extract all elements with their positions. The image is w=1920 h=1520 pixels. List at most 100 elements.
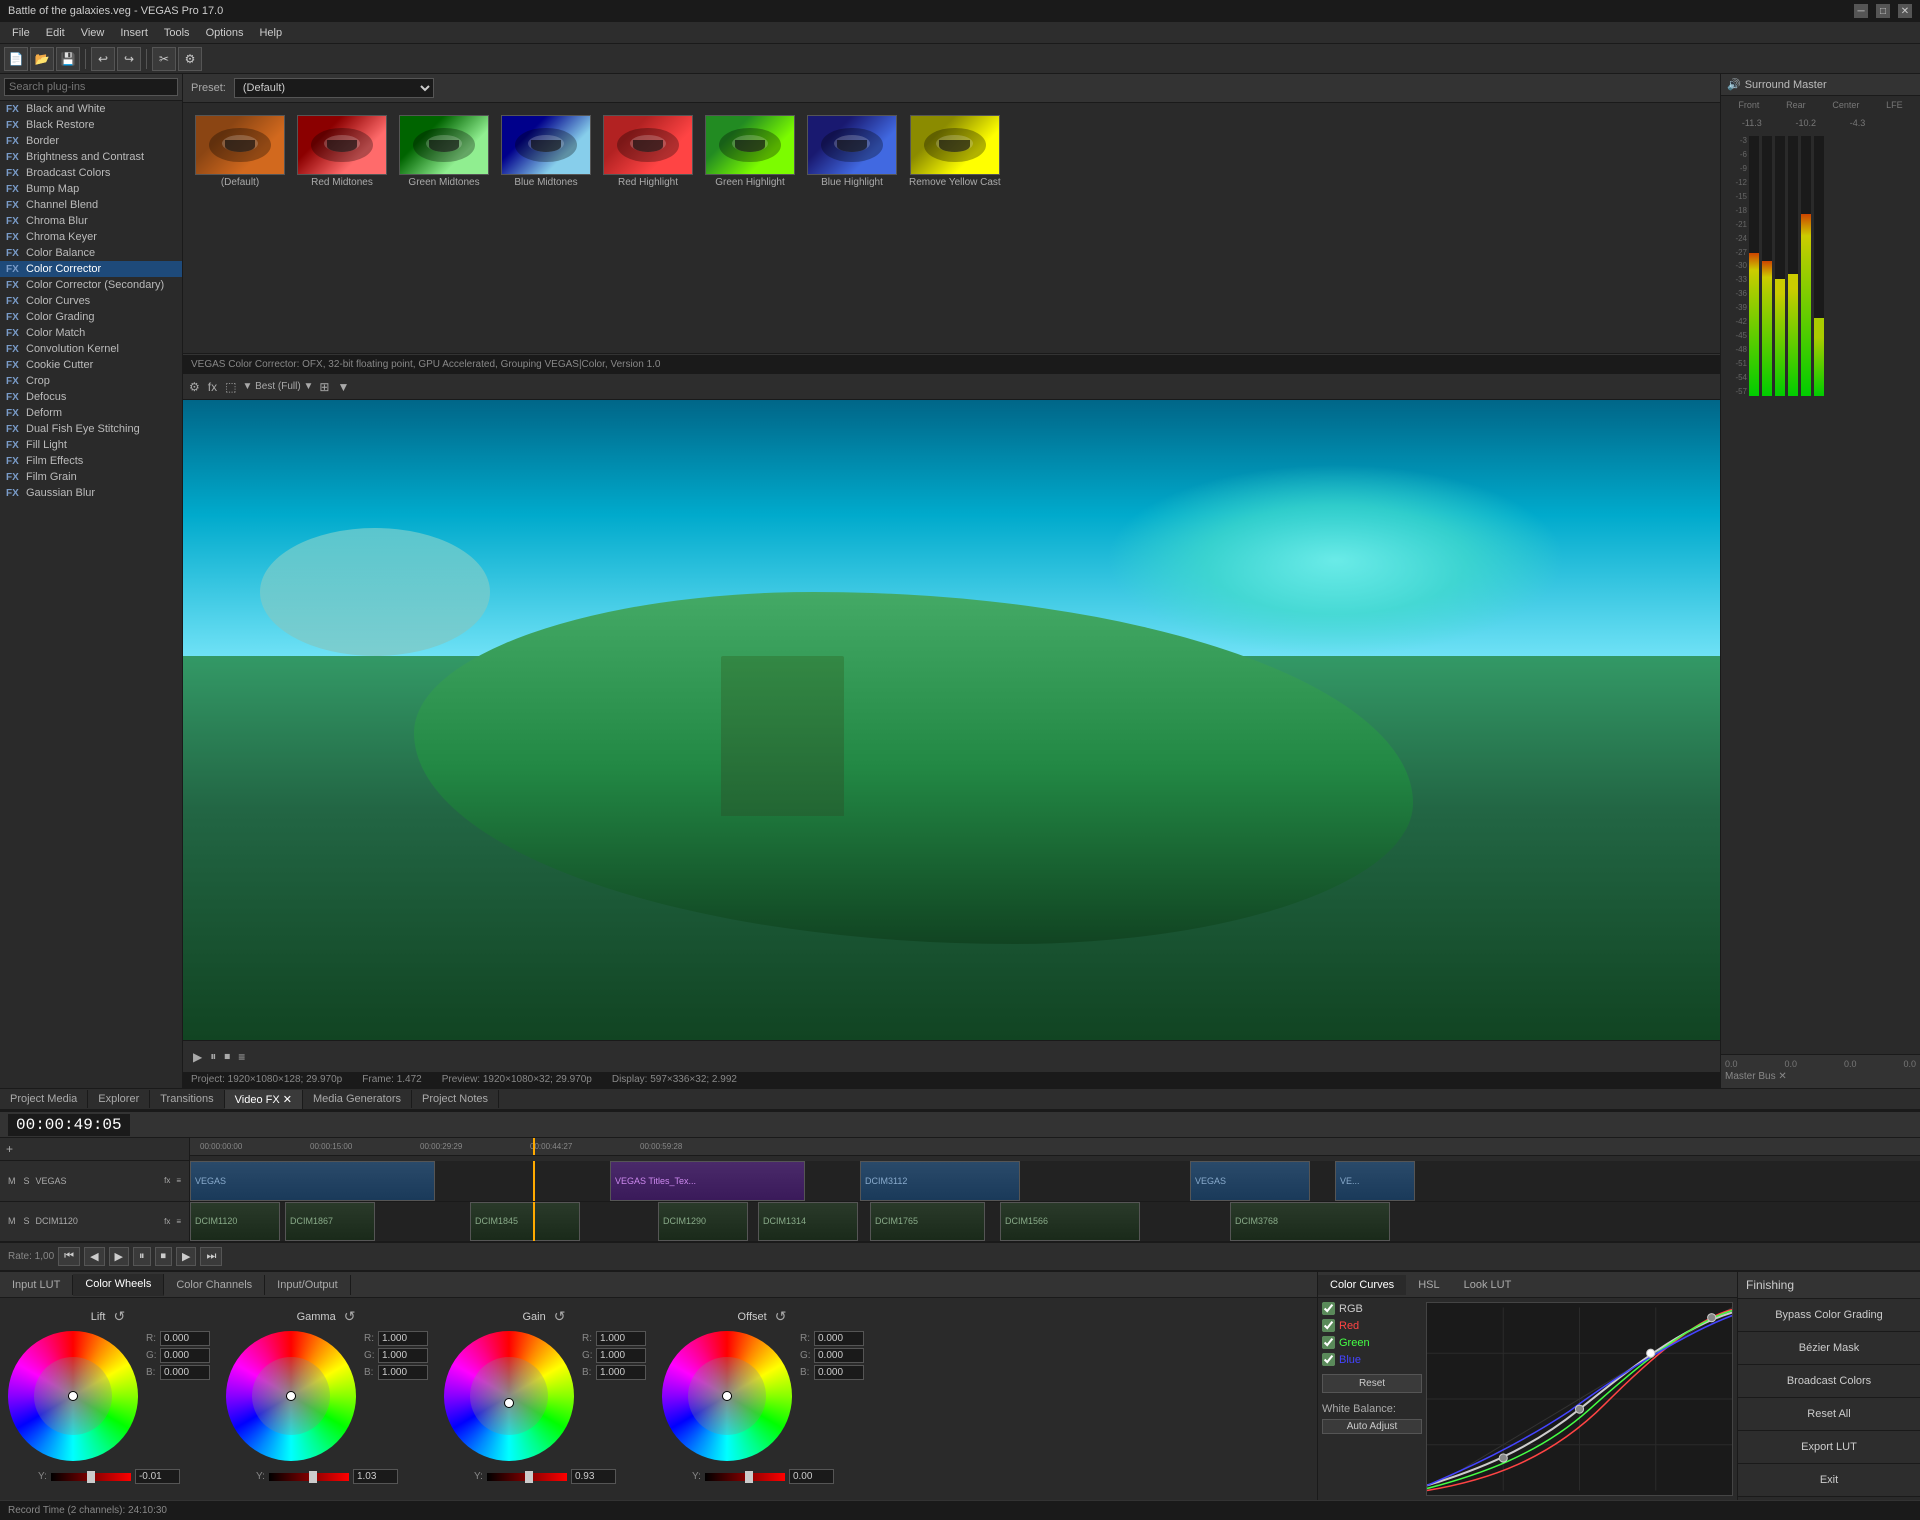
bezier-mask-button[interactable]: Bézier Mask: [1738, 1332, 1920, 1365]
preset-item-(default)[interactable]: (Default): [191, 111, 289, 349]
loop-button[interactable]: ≡: [236, 1048, 247, 1066]
offset-y-handle[interactable]: [745, 1471, 753, 1483]
gamma-wheel-dot[interactable]: [286, 1391, 296, 1401]
effect-item-brightness-and-contrast[interactable]: FXBrightness and Contrast: [0, 149, 182, 165]
effect-item-chroma-blur[interactable]: FXChroma Blur: [0, 213, 182, 229]
clip-dcim1845[interactable]: DCIM1845: [470, 1202, 580, 1241]
gamma-reset-icon[interactable]: ↺: [342, 1306, 358, 1327]
green-checkbox[interactable]: [1322, 1336, 1335, 1349]
settings-button[interactable]: ⚙: [178, 47, 202, 71]
preview-fx-icon[interactable]: fx: [206, 378, 219, 396]
preset-item-green-midtones[interactable]: Green Midtones: [395, 111, 493, 349]
preset-select[interactable]: (Default): [234, 78, 434, 98]
preset-item-blue-highlight[interactable]: Blue Highlight: [803, 111, 901, 349]
menu-options[interactable]: Options: [198, 25, 252, 41]
clip-dcim1566[interactable]: DCIM1566: [1000, 1202, 1140, 1241]
effect-item-black-and-white[interactable]: FXBlack and White: [0, 101, 182, 117]
gain-y-handle[interactable]: [525, 1471, 533, 1483]
offset-b-input[interactable]: [814, 1365, 864, 1380]
gain-g-input[interactable]: [596, 1348, 646, 1363]
tab-project-notes[interactable]: Project Notes: [412, 1090, 499, 1108]
effect-item-broadcast-colors[interactable]: FXBroadcast Colors: [0, 165, 182, 181]
effect-item-convolution-kernel[interactable]: FXConvolution Kernel: [0, 341, 182, 357]
effect-item-black-restore[interactable]: FXBlack Restore: [0, 117, 182, 133]
clip-dcim1120[interactable]: DCIM1120: [190, 1202, 280, 1241]
effect-item-fill-light[interactable]: FXFill Light: [0, 437, 182, 453]
curves-graph[interactable]: [1426, 1302, 1733, 1496]
rgb-checkbox[interactable]: [1322, 1302, 1335, 1315]
curves-tab-hsl[interactable]: HSL: [1406, 1275, 1451, 1295]
preset-item-red-midtones[interactable]: Red Midtones: [293, 111, 391, 349]
effect-item-border[interactable]: FXBorder: [0, 133, 182, 149]
effect-item-color-balance[interactable]: FXColor Balance: [0, 245, 182, 261]
effect-item-color-corrector[interactable]: FXColor Corrector: [0, 261, 182, 277]
gamma-y-slider[interactable]: [269, 1473, 349, 1481]
effect-item-bump-map[interactable]: FXBump Map: [0, 181, 182, 197]
preview-zoom-icon[interactable]: ⬚: [223, 378, 238, 396]
track-solo-2[interactable]: S: [22, 1214, 32, 1228]
gain-reset-icon[interactable]: ↺: [552, 1306, 568, 1327]
cut-button[interactable]: ✂: [152, 47, 176, 71]
search-input[interactable]: [4, 78, 178, 96]
play-button[interactable]: ▶: [191, 1048, 204, 1066]
effect-item-deform[interactable]: FXDeform: [0, 405, 182, 421]
clip-ve[interactable]: VE...: [1335, 1161, 1415, 1200]
lift-wheel[interactable]: [8, 1331, 138, 1461]
track-mute-1[interactable]: M: [6, 1174, 18, 1188]
curves-tab-lut[interactable]: Look LUT: [1452, 1275, 1524, 1295]
clip-dcim3112[interactable]: DCIM3112: [860, 1161, 1020, 1200]
gain-y-input[interactable]: [571, 1469, 616, 1484]
lift-b-input[interactable]: [160, 1365, 210, 1380]
clip-vegas-1[interactable]: VEGAS: [190, 1161, 435, 1200]
effect-item-color-corrector-(secondary)[interactable]: FXColor Corrector (Secondary): [0, 277, 182, 293]
menu-tools[interactable]: Tools: [156, 25, 198, 41]
track-add-icon[interactable]: +: [4, 1140, 15, 1158]
offset-reset-icon[interactable]: ↺: [773, 1306, 789, 1327]
tab-color-channels[interactable]: Color Channels: [164, 1275, 265, 1295]
clip-vegas-titles[interactable]: VEGAS Titles_Tex...: [610, 1161, 805, 1200]
offset-g-input[interactable]: [814, 1348, 864, 1363]
stop-button[interactable]: ⏹: [222, 1047, 232, 1066]
new-button[interactable]: 📄: [4, 47, 28, 71]
rewind-button[interactable]: ⏮: [58, 1247, 80, 1266]
clip-dcim1290[interactable]: DCIM1290: [658, 1202, 748, 1241]
lift-wheel-dot[interactable]: [68, 1391, 78, 1401]
effect-item-color-grading[interactable]: FXColor Grading: [0, 309, 182, 325]
lift-y-handle[interactable]: [87, 1471, 95, 1483]
gamma-y-handle[interactable]: [309, 1471, 317, 1483]
play-btn-timeline[interactable]: ▶: [109, 1247, 129, 1266]
gain-wheel-dot[interactable]: [504, 1398, 514, 1408]
gamma-b-input[interactable]: [378, 1365, 428, 1380]
preset-item-blue-midtones[interactable]: Blue Midtones: [497, 111, 595, 349]
preview-options-icon[interactable]: ▼: [335, 378, 351, 396]
tab-input-lut[interactable]: Input LUT: [0, 1275, 73, 1295]
effect-item-color-curves[interactable]: FXColor Curves: [0, 293, 182, 309]
gamma-g-input[interactable]: [378, 1348, 428, 1363]
effect-item-chroma-keyer[interactable]: FXChroma Keyer: [0, 229, 182, 245]
effect-item-gaussian-blur[interactable]: FXGaussian Blur: [0, 485, 182, 501]
menu-help[interactable]: Help: [251, 25, 290, 41]
prev-frame-button[interactable]: ◀: [84, 1247, 104, 1266]
broadcast-colors-button[interactable]: Broadcast Colors: [1738, 1365, 1920, 1398]
redo-button[interactable]: ↪: [117, 47, 141, 71]
reset-all-button[interactable]: Reset All: [1738, 1398, 1920, 1431]
effect-item-film-grain[interactable]: FXFilm Grain: [0, 469, 182, 485]
tab-transitions[interactable]: Transitions: [150, 1090, 224, 1108]
forward-button[interactable]: ⏭: [200, 1247, 222, 1266]
preview-quality[interactable]: ▼ Best (Full) ▼: [242, 381, 313, 392]
track-fx-2[interactable]: fx: [162, 1215, 172, 1228]
lift-g-input[interactable]: [160, 1348, 210, 1363]
blue-checkbox[interactable]: [1322, 1353, 1335, 1366]
auto-adjust-button[interactable]: Auto Adjust: [1322, 1419, 1422, 1434]
effect-item-color-match[interactable]: FXColor Match: [0, 325, 182, 341]
preview-grid-icon[interactable]: ⊞: [317, 378, 331, 396]
offset-wheel[interactable]: [662, 1331, 792, 1461]
effect-item-crop[interactable]: FXCrop: [0, 373, 182, 389]
minimize-button[interactable]: ─: [1854, 4, 1868, 18]
tab-media-generators[interactable]: Media Generators: [303, 1090, 412, 1108]
curves-tab-curves[interactable]: Color Curves: [1318, 1275, 1406, 1295]
exit-button[interactable]: Exit: [1738, 1464, 1920, 1497]
tab-project-media[interactable]: Project Media: [0, 1090, 88, 1108]
stop-btn-timeline[interactable]: ⏹: [155, 1247, 173, 1266]
bypass-color-grading-button[interactable]: Bypass Color Grading: [1738, 1299, 1920, 1332]
